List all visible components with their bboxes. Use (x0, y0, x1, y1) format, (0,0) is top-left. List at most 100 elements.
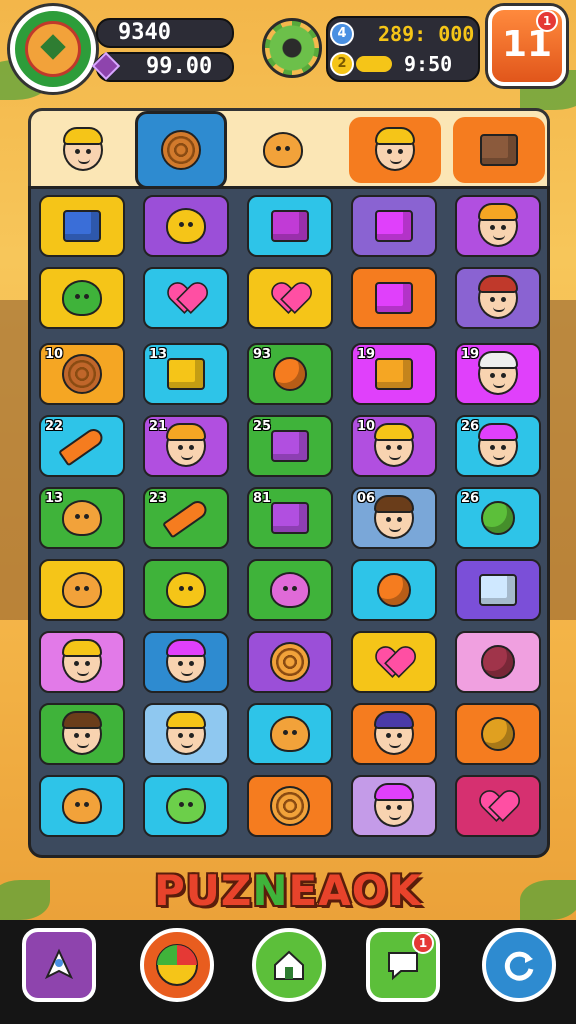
spin-wheel-button[interactable] (140, 928, 214, 1002)
heart-icon (170, 284, 202, 313)
blob-icon (62, 500, 102, 536)
board-tile[interactable] (39, 559, 125, 621)
board-tile[interactable]: 26 (455, 415, 541, 477)
tile-number: 81 (253, 491, 272, 506)
messages-notification-badge: 1 (412, 932, 434, 954)
tab-characters[interactable] (37, 117, 129, 183)
board-tile[interactable] (351, 775, 437, 837)
board-tile[interactable] (455, 195, 541, 257)
refresh-button[interactable] (482, 928, 556, 1002)
board-tile[interactable]: 19 (351, 343, 437, 405)
board-tile[interactable]: 22 (39, 415, 125, 477)
home-button[interactable] (252, 928, 326, 1002)
swirl-icon (270, 786, 310, 826)
board-tile[interactable]: 10 (351, 415, 437, 477)
board-tile[interactable] (247, 559, 333, 621)
carrot-icon (57, 425, 107, 467)
boy-face-icon (478, 203, 518, 247)
pig-icon (270, 572, 310, 608)
boy-face-icon (63, 127, 103, 171)
tab-items[interactable] (135, 111, 227, 189)
board-tile[interactable]: 10 (39, 343, 125, 405)
girl-face-icon (166, 423, 206, 467)
board-tile[interactable]: 21 (143, 415, 229, 477)
timer-value: 9:50 (404, 52, 453, 76)
blob-icon (62, 788, 102, 824)
board-tile[interactable]: 13 (39, 487, 125, 549)
board-tile[interactable] (247, 703, 333, 765)
board-tile[interactable] (143, 195, 229, 257)
tile-number: 19 (357, 347, 376, 362)
heart-icon (378, 648, 410, 677)
board-tile[interactable] (247, 267, 333, 329)
box-icon (271, 430, 309, 462)
boy-face-icon (478, 423, 518, 467)
board-tile[interactable] (143, 703, 229, 765)
tile-number: 19 (461, 347, 480, 362)
board-tile[interactable] (39, 267, 125, 329)
window-icon (375, 358, 413, 390)
board-tile[interactable] (351, 703, 437, 765)
home-icon (274, 950, 304, 980)
girl-face-icon (374, 423, 414, 467)
spin-wheel-icon (156, 944, 198, 986)
board-tile[interactable] (455, 559, 541, 621)
coins-value: 289: 000 (378, 22, 475, 46)
board-tile[interactable]: 06 (351, 487, 437, 549)
game-title: PUZNEAOK (154, 866, 422, 915)
board-tile[interactable] (39, 631, 125, 693)
tile-number: 93 (253, 347, 272, 362)
ball-icon (377, 573, 411, 607)
board-tile[interactable] (351, 267, 437, 329)
board-tile[interactable]: 81 (247, 487, 333, 549)
tab-masks[interactable] (237, 117, 329, 183)
girl-face-icon (374, 783, 414, 827)
cushion-icon (375, 282, 413, 314)
board-tile[interactable] (455, 775, 541, 837)
board-tile[interactable] (143, 267, 229, 329)
board-tile[interactable]: 13 (143, 343, 229, 405)
board-tile[interactable]: 93 (247, 343, 333, 405)
board-tile[interactable]: 26 (455, 487, 541, 549)
board-tile[interactable]: 19 (455, 343, 541, 405)
board-tile[interactable] (39, 195, 125, 257)
cat-face-icon (166, 208, 206, 244)
girl-face-icon (62, 639, 102, 683)
board-tile[interactable] (143, 559, 229, 621)
board-tile[interactable] (351, 559, 437, 621)
granny-face-icon (478, 351, 518, 395)
board-tile[interactable] (143, 775, 229, 837)
board-tile[interactable] (143, 631, 229, 693)
board-tile[interactable]: 25 (247, 415, 333, 477)
tab-heroes[interactable] (349, 117, 441, 183)
gold-coin-icon: 2 (330, 52, 354, 76)
board-tile[interactable] (455, 267, 541, 329)
board-tile[interactable] (455, 703, 541, 765)
goblin-icon (166, 788, 206, 824)
gems-value: 99.00 (146, 54, 213, 79)
jar-icon (481, 645, 515, 679)
bottom-navigation: 1 (0, 920, 576, 1024)
board-tile[interactable] (39, 775, 125, 837)
tile-number: 10 (45, 347, 64, 362)
rocket-icon (44, 948, 74, 980)
board-tile[interactable] (39, 703, 125, 765)
settings-gear-icon[interactable] (262, 18, 322, 78)
player-avatar[interactable] (10, 6, 96, 92)
board-tile[interactable]: 23 (143, 487, 229, 549)
fish-icon (62, 280, 102, 316)
board-tile[interactable] (247, 195, 333, 257)
board-tile[interactable] (247, 631, 333, 693)
blob-icon (62, 572, 102, 608)
board-tile[interactable] (455, 631, 541, 693)
log-icon (161, 130, 201, 170)
ball-icon (273, 357, 307, 391)
board-tile[interactable] (247, 775, 333, 837)
chocolate-icon (480, 134, 518, 166)
board-tile[interactable] (351, 195, 437, 257)
tile-number: 13 (45, 491, 64, 506)
tab-blocks[interactable] (453, 117, 545, 183)
rocket-button[interactable] (22, 928, 96, 1002)
board-tile[interactable] (351, 631, 437, 693)
boy-face-icon (375, 127, 415, 171)
